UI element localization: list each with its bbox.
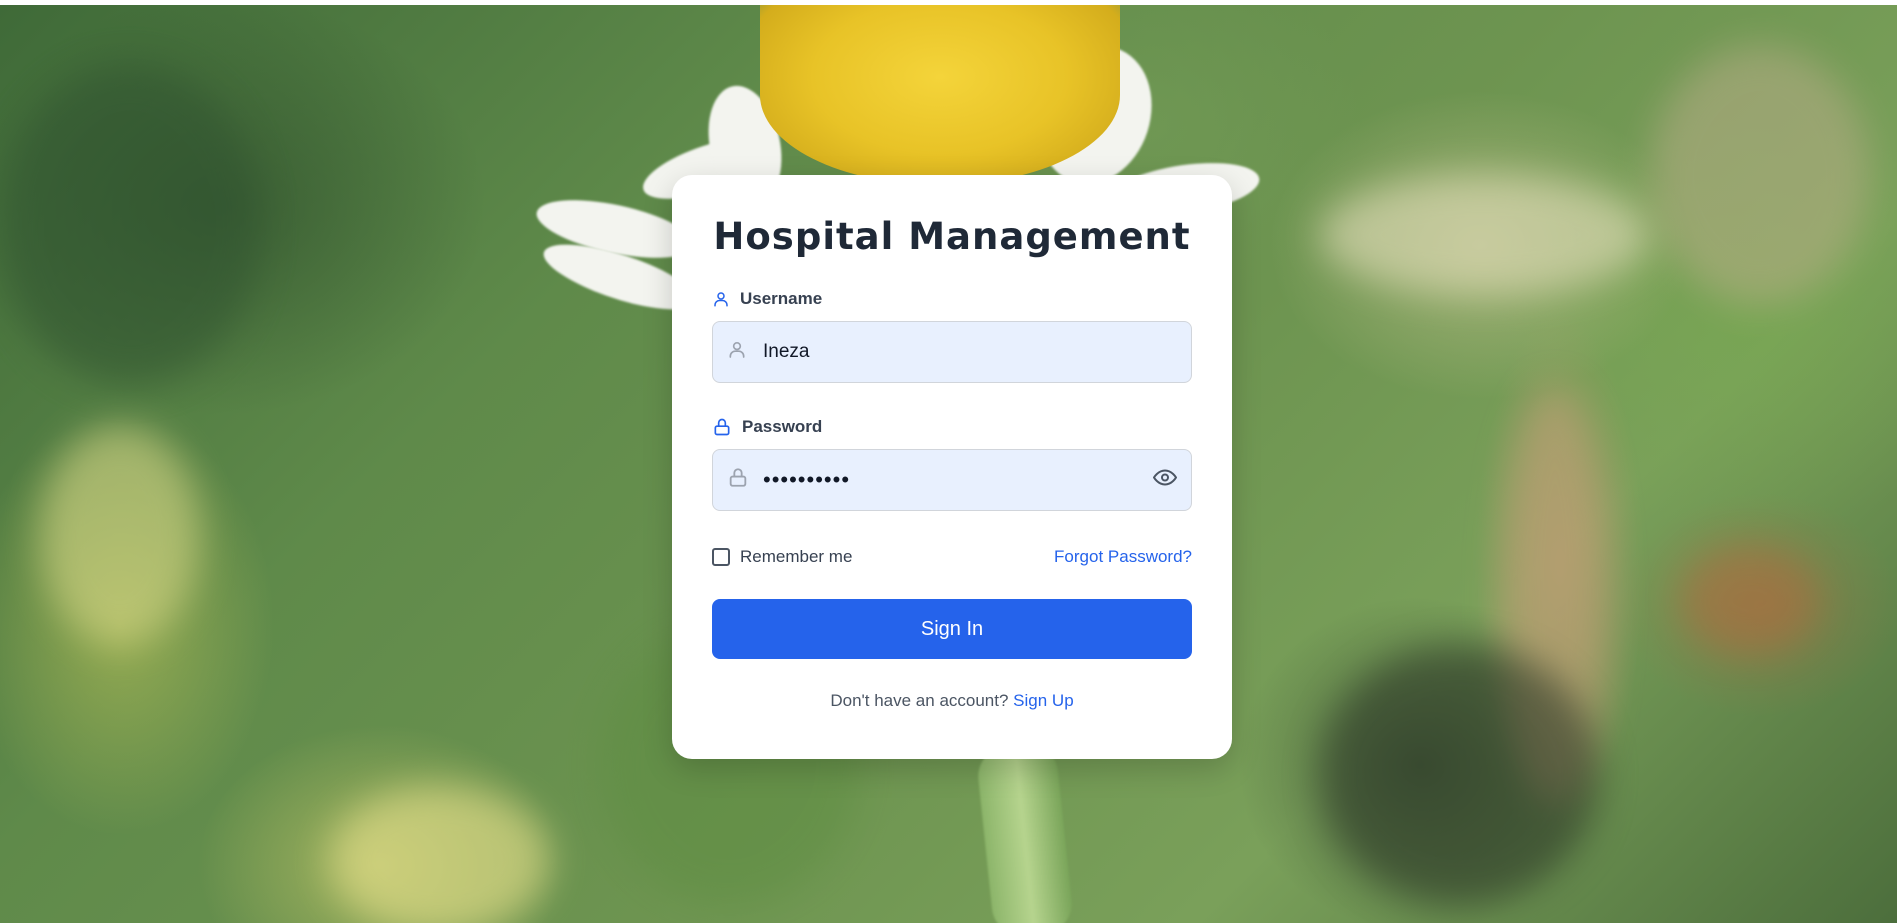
username-label: Username [712, 287, 1192, 311]
options-row: Remember me Forgot Password? [712, 545, 1192, 569]
password-value: •••••••••• [763, 467, 851, 492]
user-icon [727, 339, 747, 366]
password-field[interactable]: •••••••••• [712, 449, 1192, 511]
password-label: Password [712, 415, 1192, 439]
eye-icon[interactable] [1153, 466, 1177, 495]
signup-prompt-row: Don't have an account? Sign Up [712, 691, 1192, 711]
lock-icon [727, 467, 749, 494]
user-icon [712, 289, 730, 309]
remember-label: Remember me [740, 547, 853, 566]
sign-in-button[interactable]: Sign In [712, 599, 1192, 659]
username-label-text: Username [740, 289, 823, 308]
forgot-password-link[interactable]: Forgot Password? [1054, 547, 1192, 567]
sign-up-link[interactable]: Sign Up [1013, 691, 1073, 710]
password-label-text: Password [742, 417, 823, 436]
login-card: Hospital Management Username Ineza Passw… [672, 175, 1232, 759]
username-value: Ineza [763, 341, 810, 362]
login-page: Hospital Management Username Ineza Passw… [0, 0, 1897, 923]
username-field[interactable]: Ineza [712, 321, 1192, 383]
lock-icon [712, 417, 732, 437]
page-title: Hospital Management [713, 215, 1191, 258]
signup-prompt: Don't have an account? [830, 691, 1009, 710]
remember-checkbox[interactable] [712, 548, 730, 566]
remember-me[interactable]: Remember me [712, 547, 852, 567]
